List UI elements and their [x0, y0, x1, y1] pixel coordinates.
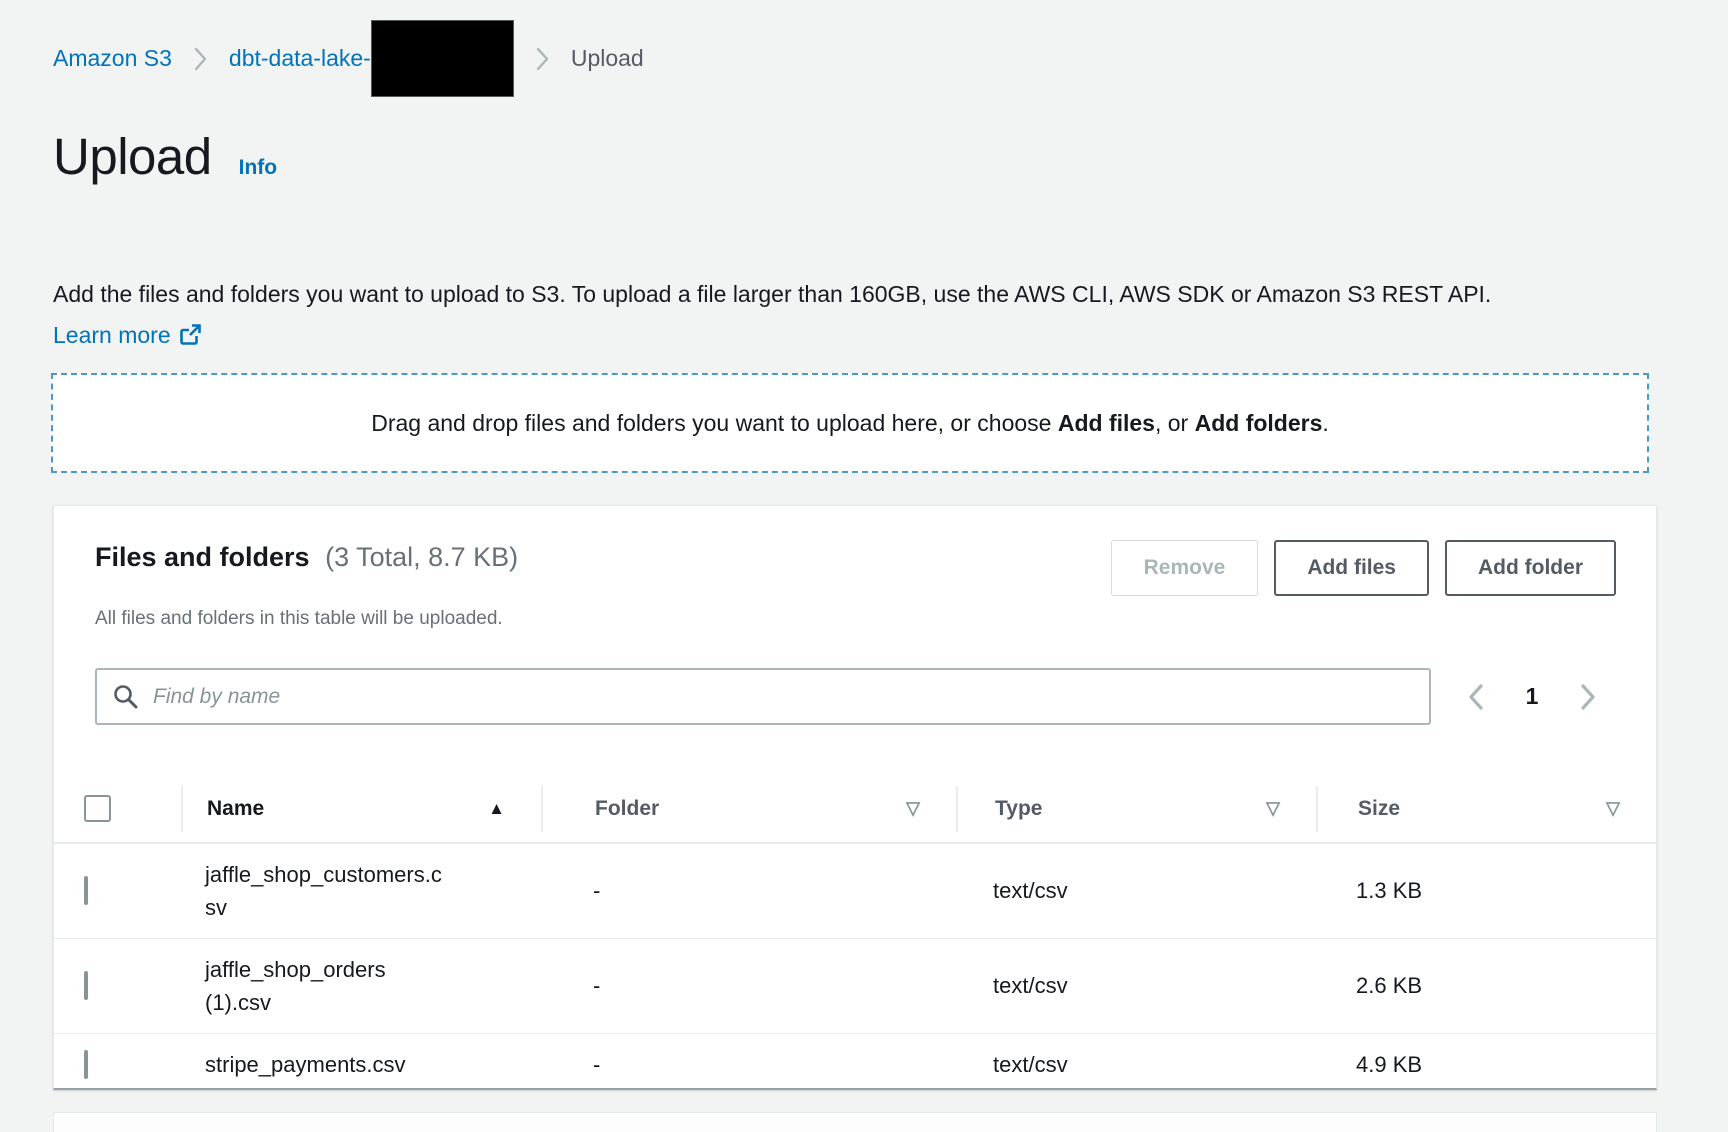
file-type: text/csv	[956, 878, 1316, 904]
column-header-type[interactable]: Type ▽	[956, 786, 1316, 832]
column-header-size[interactable]: Size ▽	[1316, 786, 1656, 832]
row-checkbox[interactable]	[84, 971, 88, 1000]
remove-button[interactable]: Remove	[1111, 540, 1259, 596]
page-description: Add the files and folders you want to up…	[53, 274, 1508, 356]
file-size: 2.6 KB	[1316, 973, 1656, 999]
dropzone-text: , or	[1155, 410, 1195, 436]
search-input[interactable]	[95, 668, 1431, 725]
page-title: Upload	[53, 127, 212, 186]
learn-more-link[interactable]: Learn more	[53, 322, 202, 348]
file-size: 4.9 KB	[1316, 1052, 1656, 1078]
column-header-name[interactable]: Name ▲	[181, 786, 541, 832]
panel-description: All files and folders in this table will…	[95, 608, 1616, 630]
file-name: jaffle_shop_customers.csv	[205, 858, 447, 924]
breadcrumb: Amazon S3 dbt-data-lake- Upload	[53, 20, 644, 97]
drag-drop-zone[interactable]: Drag and drop files and folders you want…	[51, 373, 1649, 473]
select-all-checkbox[interactable]	[84, 795, 111, 822]
sort-down-icon: ▽	[1266, 798, 1280, 819]
previous-page-button[interactable]	[1448, 675, 1504, 719]
file-folder: -	[541, 973, 956, 999]
dropzone-text: .	[1322, 410, 1328, 436]
page-number[interactable]: 1	[1504, 682, 1560, 711]
dropzone-add-folders-label: Add folders	[1195, 410, 1323, 436]
chevron-right-icon	[193, 46, 208, 72]
table-row: jaffle_shop_orders (1).csv - text/csv 2.…	[54, 939, 1656, 1034]
row-checkbox[interactable]	[84, 876, 88, 905]
table-header-row: Name ▲ Folder ▽ Type ▽ Size ▽	[54, 775, 1656, 844]
sort-ascending-icon: ▲	[488, 799, 505, 819]
sort-down-icon: ▽	[1606, 798, 1620, 819]
files-and-folders-panel: Files and folders (3 Total, 8.7 KB) Remo…	[53, 505, 1657, 1090]
file-name: stripe_payments.csv	[205, 1048, 406, 1081]
info-link[interactable]: Info	[239, 156, 277, 180]
column-header-folder[interactable]: Folder ▽	[541, 786, 956, 832]
column-label-size: Size	[1358, 797, 1400, 821]
panel-counter: (3 Total, 8.7 KB)	[325, 542, 518, 572]
row-checkbox[interactable]	[84, 1050, 88, 1079]
description-text: Add the files and folders you want to up…	[53, 281, 1491, 307]
table-row: stripe_payments.csv - text/csv 4.9 KB	[54, 1034, 1656, 1095]
file-type: text/csv	[956, 1052, 1316, 1078]
next-page-button[interactable]	[1560, 675, 1616, 719]
file-type: text/csv	[956, 973, 1316, 999]
learn-more-label: Learn more	[53, 322, 171, 348]
files-table: Name ▲ Folder ▽ Type ▽ Size ▽ jaffle_sho…	[54, 775, 1656, 1095]
chevron-right-icon	[535, 46, 550, 72]
file-name: jaffle_shop_orders (1).csv	[205, 953, 447, 1019]
dropzone-text: Drag and drop files and folders you want…	[371, 410, 1058, 436]
sort-down-icon: ▽	[906, 798, 920, 819]
dropzone-add-files-label: Add files	[1058, 410, 1155, 436]
column-label-folder: Folder	[595, 797, 659, 821]
file-folder: -	[541, 1052, 956, 1078]
external-link-icon	[179, 323, 202, 346]
file-size: 1.3 KB	[1316, 878, 1656, 904]
add-files-button[interactable]: Add files	[1274, 540, 1429, 596]
table-row: jaffle_shop_customers.csv - text/csv 1.3…	[54, 844, 1656, 939]
breadcrumb-amazon-s3[interactable]: Amazon S3	[53, 45, 172, 72]
add-folder-button[interactable]: Add folder	[1445, 540, 1616, 596]
next-section-panel	[53, 1112, 1657, 1132]
column-label-type: Type	[995, 797, 1042, 821]
file-folder: -	[541, 878, 956, 904]
redacted-bucket-name	[371, 20, 514, 97]
search-icon	[112, 683, 139, 710]
breadcrumb-current-upload: Upload	[571, 45, 644, 72]
panel-title: Files and folders	[95, 542, 310, 572]
breadcrumb-bucket[interactable]: dbt-data-lake-	[229, 45, 371, 72]
column-label-name: Name	[207, 797, 264, 821]
pagination: 1	[1448, 675, 1616, 719]
